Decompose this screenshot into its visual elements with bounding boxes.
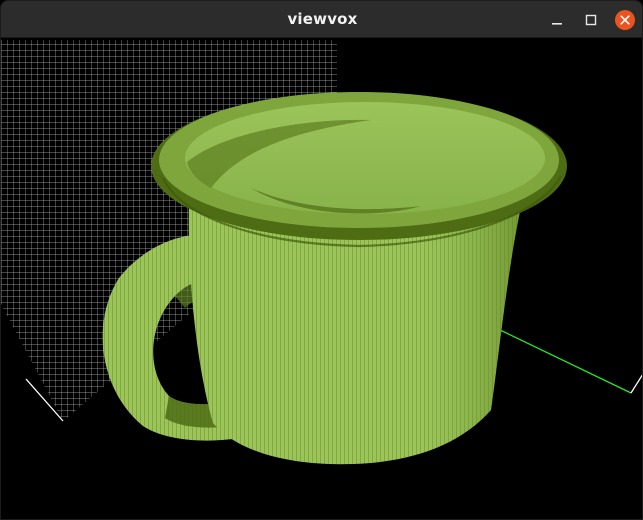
close-button[interactable] [614, 9, 636, 31]
minimize-button[interactable] [546, 9, 568, 31]
maximize-icon [585, 14, 597, 26]
maximize-button[interactable] [580, 9, 602, 31]
mug-model [102, 92, 567, 465]
app-window: viewvox [0, 0, 643, 520]
voxel-scene [1, 40, 642, 465]
axis-z-line [630, 374, 642, 394]
voxel-viewport[interactable] [1, 38, 642, 519]
close-icon [615, 10, 635, 30]
minimize-icon [552, 23, 562, 25]
title-bar[interactable]: viewvox [1, 1, 642, 38]
axis-y-line [497, 328, 632, 394]
